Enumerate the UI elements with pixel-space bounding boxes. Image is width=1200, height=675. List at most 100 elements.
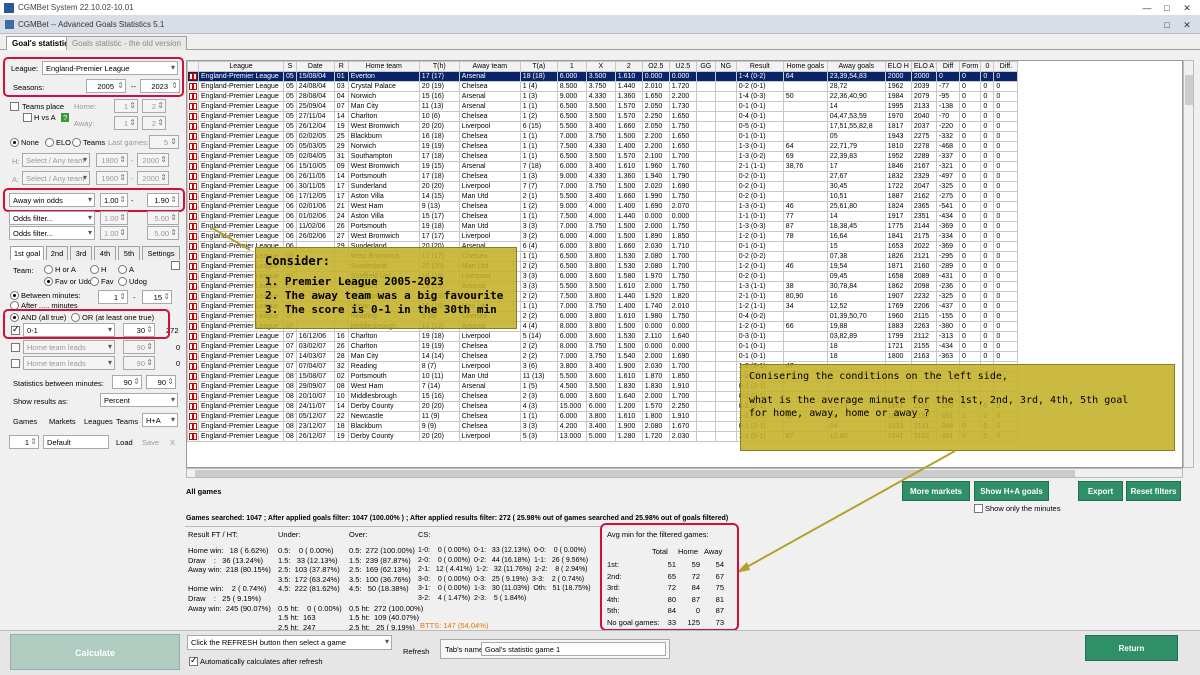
team-udog-radio[interactable]: [118, 277, 127, 286]
table-row[interactable]: England-Premier League 05 27/11/04 14 Charlt…: [187, 111, 1019, 122]
tab-1st-goal[interactable]: 1st goal: [10, 246, 44, 260]
team-h-radio[interactable]: [90, 265, 99, 274]
show-ha-goals-button[interactable]: Show H+A goals: [974, 481, 1049, 501]
column-header[interactable]: ELO A: [910, 61, 938, 72]
team-favudog-radio[interactable]: [44, 277, 53, 286]
grid-vertical-scrollbar[interactable]: [1183, 60, 1194, 468]
away-place-from[interactable]: 1: [114, 116, 138, 130]
column-header[interactable]: Away goals: [826, 61, 886, 72]
column-header[interactable]: T(a): [519, 61, 558, 72]
elo-a-from[interactable]: 1900: [96, 171, 128, 185]
column-header[interactable]: Result: [735, 61, 784, 72]
last-games-input[interactable]: 5: [149, 135, 179, 149]
rating-none-radio[interactable]: [10, 138, 19, 147]
odds-2-to[interactable]: 5.00: [147, 211, 179, 225]
close-button[interactable]: ✕: [1180, 2, 1194, 14]
home-leads-1-checkbox[interactable]: [11, 343, 20, 352]
table-row[interactable]: England-Premier League 06 02/01/06 21 West H…: [187, 201, 1019, 212]
rating-teams-radio[interactable]: [72, 138, 81, 147]
table-row[interactable]: England-Premier League 07 03/02/07 26 Charlt…: [187, 341, 1019, 352]
column-header[interactable]: GG: [695, 61, 716, 72]
rating-elo-radio[interactable]: [45, 138, 54, 147]
nav-markets[interactable]: Markets: [49, 417, 76, 426]
table-row[interactable]: England-Premier League 05 24/08/04 03 Crysta…: [187, 81, 1019, 92]
more-markets-button[interactable]: More markets: [902, 481, 970, 501]
show-only-minutes-checkbox[interactable]: [974, 504, 983, 513]
tab-goals-statistic[interactable]: Goal's statistic: [6, 36, 75, 50]
between-minutes-radio[interactable]: [10, 291, 19, 300]
column-header[interactable]: [187, 61, 199, 72]
default-number[interactable]: 1: [9, 435, 39, 449]
table-row[interactable]: England-Premier League 06 01/02/06 24 Aston …: [187, 211, 1019, 222]
module-restore-button[interactable]: □: [1160, 19, 1174, 31]
elo-h-from[interactable]: 1900: [96, 153, 128, 167]
refresh-game-select[interactable]: Click the REFRESH button then select a g…: [187, 635, 392, 650]
home-leads-2-select[interactable]: Home team leads: [23, 356, 115, 370]
table-row[interactable]: England-Premier League 05 02/04/05 31 Southa…: [187, 151, 1019, 162]
column-header[interactable]: Date: [295, 61, 335, 72]
column-header[interactable]: Home team: [347, 61, 420, 72]
away-place-to[interactable]: 2: [142, 116, 166, 130]
column-header[interactable]: League: [198, 61, 284, 72]
table-row[interactable]: England-Premier League 05 28/08/04 04 Norwic…: [187, 91, 1019, 102]
column-header[interactable]: R: [333, 61, 349, 72]
nav-team-select[interactable]: H+A: [142, 413, 178, 427]
column-header[interactable]: Diff.: [993, 61, 1019, 72]
h-vs-a-checkbox[interactable]: [23, 113, 32, 122]
home-leads-2-minute[interactable]: 90: [123, 356, 155, 370]
table-row[interactable]: England-Premier League 06 11/02/06 26 Portsm…: [187, 221, 1019, 232]
stats-to-input[interactable]: 90: [146, 375, 176, 389]
help-icon[interactable]: ?: [61, 113, 70, 122]
column-header[interactable]: U2.5: [668, 61, 697, 72]
column-header[interactable]: Away team: [458, 61, 521, 72]
team-hora-radio[interactable]: [44, 265, 53, 274]
nav-leagues[interactable]: Leagues: [84, 417, 113, 426]
elo-h-to[interactable]: 2000: [137, 153, 169, 167]
save-button[interactable]: Save: [142, 438, 159, 447]
team-a-radio[interactable]: [118, 265, 127, 274]
tab-4th-goal[interactable]: 4th: [94, 246, 116, 260]
table-row[interactable]: England-Premier League 07 16/12/06 16 Charlt…: [187, 331, 1019, 342]
elo-a-to[interactable]: 2000: [137, 171, 169, 185]
column-header[interactable]: O2.5: [641, 61, 670, 72]
delete-button[interactable]: X: [170, 438, 175, 447]
grid-hscroll-thumb[interactable]: [195, 470, 1075, 477]
auto-calc-checkbox[interactable]: [189, 655, 198, 666]
table-row[interactable]: England-Premier League 05 02/02/05 25 Blackb…: [187, 131, 1019, 142]
tab-5th-goal[interactable]: 5th: [118, 246, 140, 260]
column-header[interactable]: 1: [556, 61, 587, 72]
table-row[interactable]: England-Premier League 06 26/11/05 14 Portsm…: [187, 171, 1019, 182]
column-header[interactable]: Form: [959, 61, 982, 72]
table-row[interactable]: England-Premier League 05 15/08/04 01 Everto…: [187, 71, 1019, 82]
calculate-button[interactable]: Calculate: [10, 634, 180, 670]
column-header[interactable]: ELO H: [884, 61, 912, 72]
tab-goals-statistic-old[interactable]: Goals statistic - the old version: [66, 36, 187, 50]
maximize-button[interactable]: □: [1160, 2, 1174, 14]
reset-filters-button[interactable]: Reset filters: [1126, 481, 1181, 501]
nav-games[interactable]: Games: [13, 417, 37, 426]
column-header[interactable]: 0: [980, 61, 995, 72]
column-header[interactable]: Home goals: [782, 61, 828, 72]
home-leads-2-checkbox[interactable]: [11, 359, 20, 368]
tab-name-input[interactable]: Goal's statistic game 1: [481, 642, 666, 656]
table-row[interactable]: England-Premier League 05 26/12/04 19 West B…: [187, 121, 1019, 132]
refresh-button[interactable]: Refresh: [403, 647, 429, 656]
home-leads-1-select[interactable]: Home team leads: [23, 340, 115, 354]
team-fav-radio[interactable]: [90, 277, 99, 286]
team-extra-checkbox[interactable]: [171, 261, 180, 270]
table-row[interactable]: England-Premier League 06 30/11/05 17 Sunder…: [187, 181, 1019, 192]
table-row[interactable]: England-Premier League 07 14/03/07 28 Man Ci…: [187, 351, 1019, 362]
export-button[interactable]: Export: [1078, 481, 1123, 501]
teams-place-checkbox[interactable]: [10, 102, 19, 111]
column-header[interactable]: S: [283, 61, 297, 72]
odds-3-to[interactable]: 5.00: [147, 226, 179, 240]
load-button[interactable]: Load: [116, 438, 133, 447]
show-results-select[interactable]: Percent: [100, 393, 178, 407]
stats-from-input[interactable]: 90: [112, 375, 142, 389]
nav-teams[interactable]: Teams: [116, 417, 138, 426]
column-header[interactable]: NG: [714, 61, 737, 72]
column-header[interactable]: 2: [614, 61, 643, 72]
between-to-input[interactable]: 15: [142, 290, 172, 304]
tab-settings[interactable]: Settings: [142, 246, 180, 260]
table-row[interactable]: England-Premier League 05 05/03/05 29 Norwic…: [187, 141, 1019, 152]
